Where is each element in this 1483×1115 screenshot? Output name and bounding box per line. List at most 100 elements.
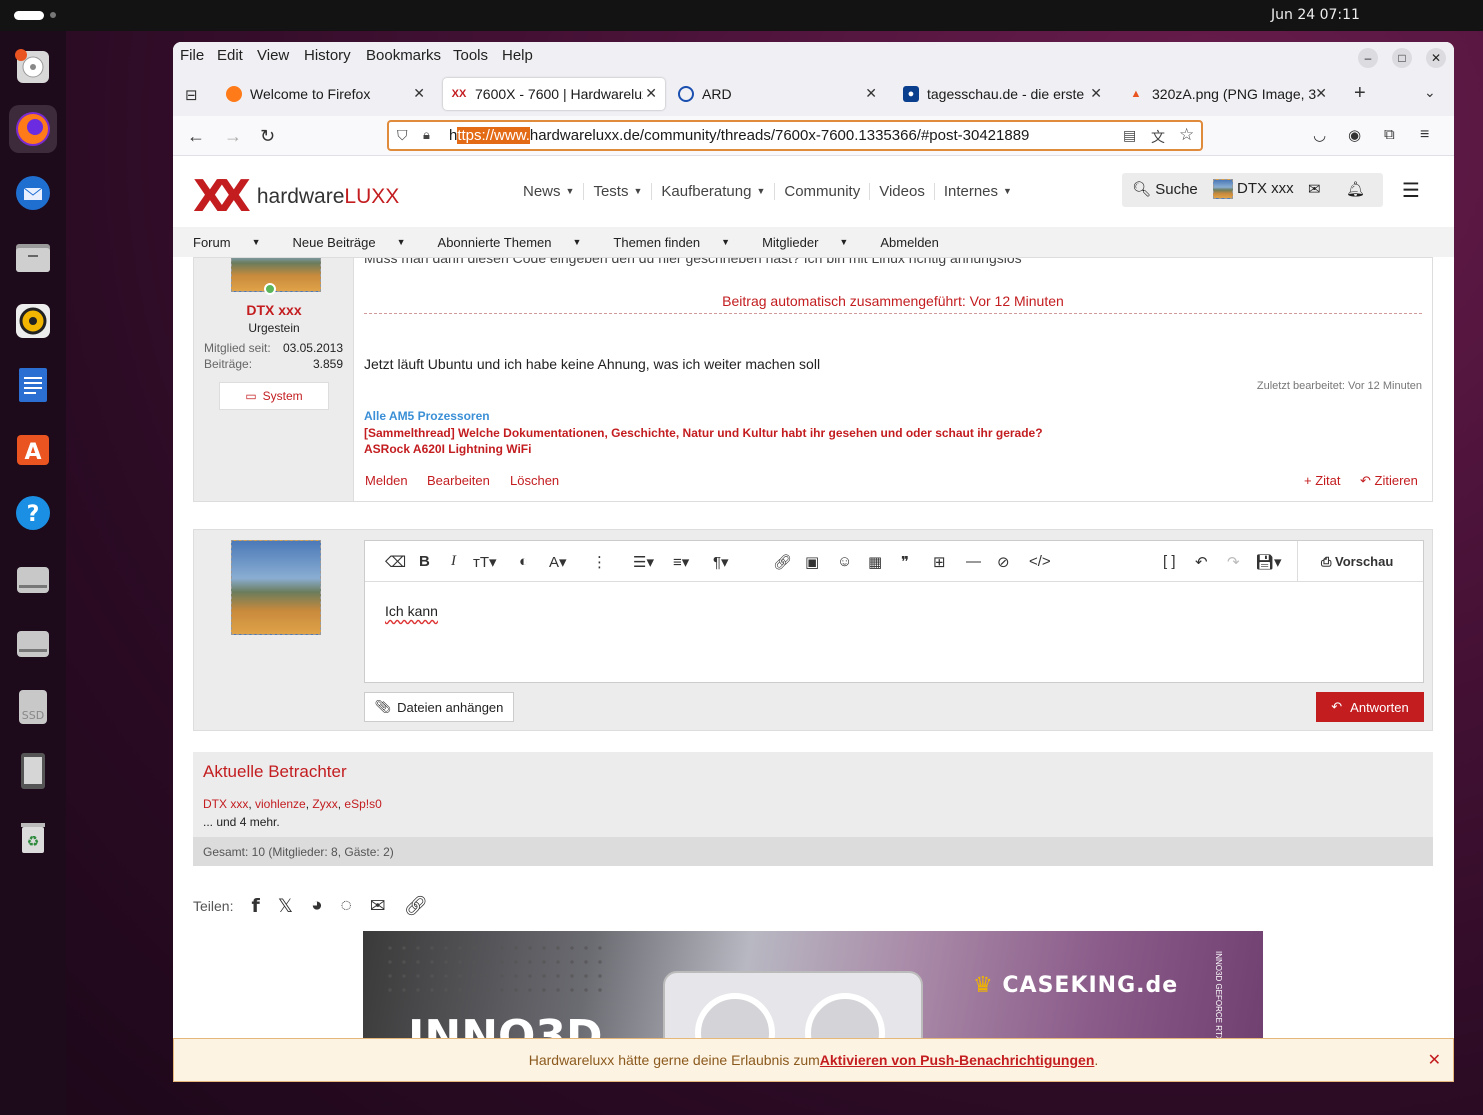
attach-files-button[interactable]: 📎︎ Dateien anhängen [364, 692, 514, 722]
x-twitter-icon[interactable]: 𝕏 [278, 895, 293, 918]
tab-welcome[interactable]: Welcome to Firefox ✕ [218, 78, 433, 110]
bookmark-star-icon[interactable]: ☆ [1179, 125, 1194, 145]
subnav-forum[interactable]: Forum ▼ [193, 235, 276, 250]
quote-icon[interactable]: ❞ [901, 553, 909, 571]
delete-link[interactable]: Löschen [510, 473, 559, 488]
drive-icon[interactable] [9, 555, 57, 603]
close-tab-icon[interactable]: ✕ [1090, 85, 1102, 102]
firefox-icon[interactable] [9, 105, 57, 153]
bbcode-toggle-icon[interactable]: [ ] [1163, 553, 1176, 570]
libreoffice-writer-icon[interactable] [9, 361, 57, 409]
system-button[interactable]: ▭ System [219, 382, 329, 410]
subnav-new-posts[interactable]: Neue Beiträge ▼ [292, 235, 421, 250]
menu-help[interactable]: Help [502, 47, 533, 64]
more-options-icon[interactable]: ⋮ [592, 553, 607, 571]
menu-edit[interactable]: Edit [217, 47, 243, 64]
nav-news[interactable]: News ▼ [514, 183, 585, 200]
ssd-drive-icon[interactable]: SSD [9, 683, 57, 731]
avatar[interactable] [231, 258, 321, 292]
reload-icon[interactable]: ↻ [260, 126, 275, 147]
search-button[interactable]: 🔍︎ Suche [1132, 180, 1198, 198]
close-tab-icon[interactable]: ✕ [413, 85, 425, 102]
back-arrow-icon[interactable]: ← [187, 126, 205, 147]
media-icon[interactable]: ▦ [868, 553, 882, 571]
tab-tagesschau[interactable]: ● tagesschau.de - die erste ✕ [895, 78, 1110, 110]
link-icon[interactable]: 🔗︎ [773, 553, 792, 571]
subnav-watched-threads[interactable]: Abonnierte Themen ▼ [438, 235, 598, 250]
clear-format-icon[interactable]: ⌫ [385, 553, 406, 571]
workspace-indicator[interactable] [14, 11, 44, 20]
hardwareluxx-logo[interactable]: XX hardwareLUXX [193, 171, 399, 222]
table-icon[interactable]: ⊞ [933, 553, 946, 571]
redo-icon[interactable]: ↷ [1227, 553, 1240, 571]
spoiler-icon[interactable]: ⊘ [997, 553, 1010, 571]
rhythmbox-icon[interactable] [9, 297, 57, 345]
palette-icon[interactable]: ◐ [519, 553, 528, 570]
maximize-button[interactable]: □ [1392, 48, 1412, 68]
app-menu-icon[interactable]: ≡ [1420, 126, 1429, 144]
subnav-find-threads[interactable]: Themen finden ▼ [613, 235, 746, 250]
disk-utility-icon[interactable] [9, 43, 57, 91]
whatsapp-icon[interactable]: ◌ [341, 895, 352, 917]
code-icon[interactable]: </> [1029, 553, 1051, 570]
text-size-icon[interactable]: тT▾ [473, 553, 497, 571]
reader-view-icon[interactable]: ▤ [1123, 127, 1136, 144]
thunderbird-icon[interactable] [9, 169, 57, 217]
menu-view[interactable]: View [257, 47, 289, 64]
italic-icon[interactable]: I [451, 553, 456, 570]
app-center-icon[interactable]: A [9, 425, 57, 473]
tab-png-image[interactable]: ▲ 320zA.png (PNG Image, 3 ✕ [1120, 78, 1335, 110]
preview-button[interactable]: ⎙ Vorschau [1321, 554, 1393, 570]
signature-link[interactable]: Alle AM5 Prozessoren [364, 409, 490, 423]
add-quote-link[interactable]: + Zitat [1304, 473, 1341, 488]
reply-button[interactable]: ↶ Antworten [1316, 692, 1424, 722]
reddit-icon[interactable]: ◕ [311, 895, 322, 917]
nav-internes[interactable]: Internes ▼ [935, 183, 1021, 200]
trash-icon[interactable]: ♻ [9, 813, 57, 861]
username-link[interactable]: DTX xxx [1237, 180, 1294, 197]
bold-icon[interactable]: B [419, 553, 430, 570]
list-icon[interactable]: ☰▾ [633, 553, 654, 571]
workspace-dot[interactable] [50, 12, 56, 18]
facebook-icon[interactable]: f [251, 895, 259, 917]
translate-icon[interactable]: 文 [1151, 127, 1165, 147]
url-text[interactable]: https://www.hardwareluxx.de/community/th… [449, 127, 1029, 144]
list-tabs-chevron-icon[interactable]: ⌄ [1424, 84, 1436, 101]
reply-text[interactable]: Ich kann [385, 603, 438, 619]
tab-ard[interactable]: ARD ✕ [670, 78, 885, 110]
account-icon[interactable]: ◉ [1348, 126, 1361, 144]
subnav-members[interactable]: Mitglieder ▼ [762, 235, 864, 250]
close-tab-icon[interactable]: ✕ [865, 85, 877, 102]
menu-history[interactable]: History [304, 47, 351, 64]
close-icon[interactable]: ✕ [1428, 1050, 1441, 1070]
system-clock[interactable]: Jun 24 07:11 [1271, 7, 1360, 23]
image-icon[interactable]: ▣ [805, 553, 819, 571]
menu-tools[interactable]: Tools [453, 47, 488, 64]
tab-overview-icon[interactable]: ⊟ [185, 86, 198, 104]
url-bar[interactable]: ⛉ 🔒︎ https://www.hardwareluxx.de/communi… [387, 120, 1203, 151]
viewer-link[interactable]: eSp!s0 [344, 797, 381, 811]
signature-link[interactable]: [Sammelthread] Welche Dokumentationen, G… [364, 426, 1043, 440]
horizontal-rule-icon[interactable]: — [966, 553, 981, 570]
pocket-icon[interactable]: ◡ [1313, 126, 1326, 144]
posts-count[interactable]: 3.859 [313, 357, 343, 371]
new-tab-icon[interactable]: + [1354, 82, 1366, 105]
close-tab-icon[interactable]: ✕ [1315, 85, 1327, 102]
font-family-icon[interactable]: A▾ [549, 553, 567, 571]
quote-link[interactable]: ↶ Zitieren [1360, 473, 1418, 489]
save-draft-icon[interactable]: 💾︎▾ [1255, 553, 1282, 571]
smiley-icon[interactable]: ☺ [837, 553, 852, 570]
bell-icon[interactable]: 🔔︎ [1346, 180, 1365, 198]
shield-icon[interactable]: ⛉ [397, 127, 408, 144]
help-icon[interactable]: ? [9, 489, 57, 537]
reply-editor[interactable]: ⌫ B I тT▾ ◐ A▾ ⋮ ☰▾ ≡▾ ¶▾ 🔗︎ ▣ ☺ ▦ ❞ ⊞ —… [364, 540, 1424, 683]
menu-bookmarks[interactable]: Bookmarks [366, 47, 441, 64]
email-icon[interactable]: ✉ [370, 895, 386, 918]
hamburger-menu-icon[interactable]: ☰ [1402, 178, 1420, 203]
drive-icon[interactable] [9, 619, 57, 667]
avatar[interactable] [1213, 179, 1233, 199]
paragraph-icon[interactable]: ¶▾ [713, 553, 729, 571]
lock-icon[interactable]: 🔒︎ [423, 127, 430, 143]
enable-push-link[interactable]: Aktivieren von Push-Benachrichtigungen [820, 1052, 1095, 1068]
viewer-link[interactable]: Zyxx [312, 797, 337, 811]
